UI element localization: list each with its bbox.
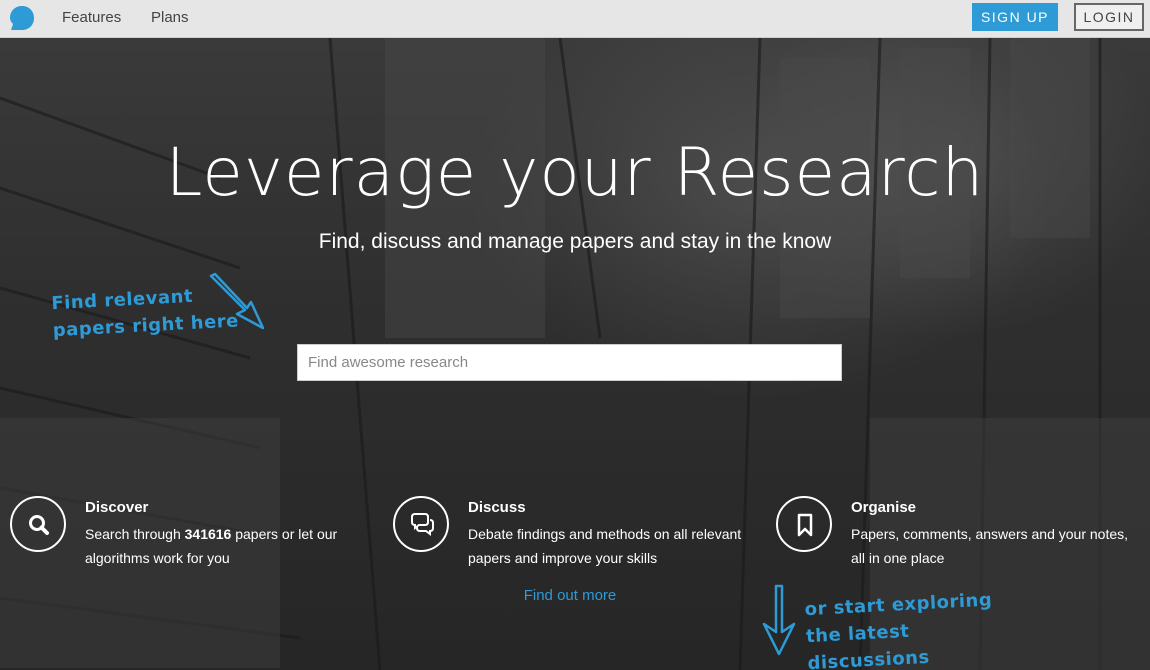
arrow-down-icon [762,584,796,656]
hero-section: Leverage your Research Find, discuss and… [0,38,1150,670]
hero-subtitle: Find, discuss and manage papers and stay… [318,230,832,253]
nav-plans-link[interactable]: Plans [151,9,189,26]
hero-title: Leverage your Research [165,134,985,211]
logo-icon[interactable] [9,5,35,31]
discover-circle [10,496,66,552]
organise-circle [776,496,832,552]
chat-icon [411,513,434,536]
feature-desc: Papers, comments, answers and your notes… [851,526,1129,566]
hint-right-line2: the latest discussions [805,620,931,670]
nav-features-link[interactable]: Features [62,9,121,26]
search-input[interactable] [297,344,842,381]
hint-right: or start exploring the latest discussion… [804,586,1008,670]
signup-button[interactable]: SIGN UP [972,3,1058,31]
top-nav: Features Plans SIGN UP LOGIN [0,0,1150,38]
arrow-down-right-icon [209,272,265,330]
feature-title: Organise [851,499,917,516]
feature-desc: Debate findings and methods on all relev… [468,526,742,566]
discuss-circle [393,496,449,552]
feature-title: Discover [85,499,149,516]
bookmark-icon [797,513,813,537]
paper-count: 341616 [184,526,232,542]
login-button[interactable]: LOGIN [1074,3,1144,31]
feature-title: Discuss [468,499,526,516]
search-icon [29,515,49,535]
feature-desc: Search through 341616 papers or let our … [85,526,338,566]
